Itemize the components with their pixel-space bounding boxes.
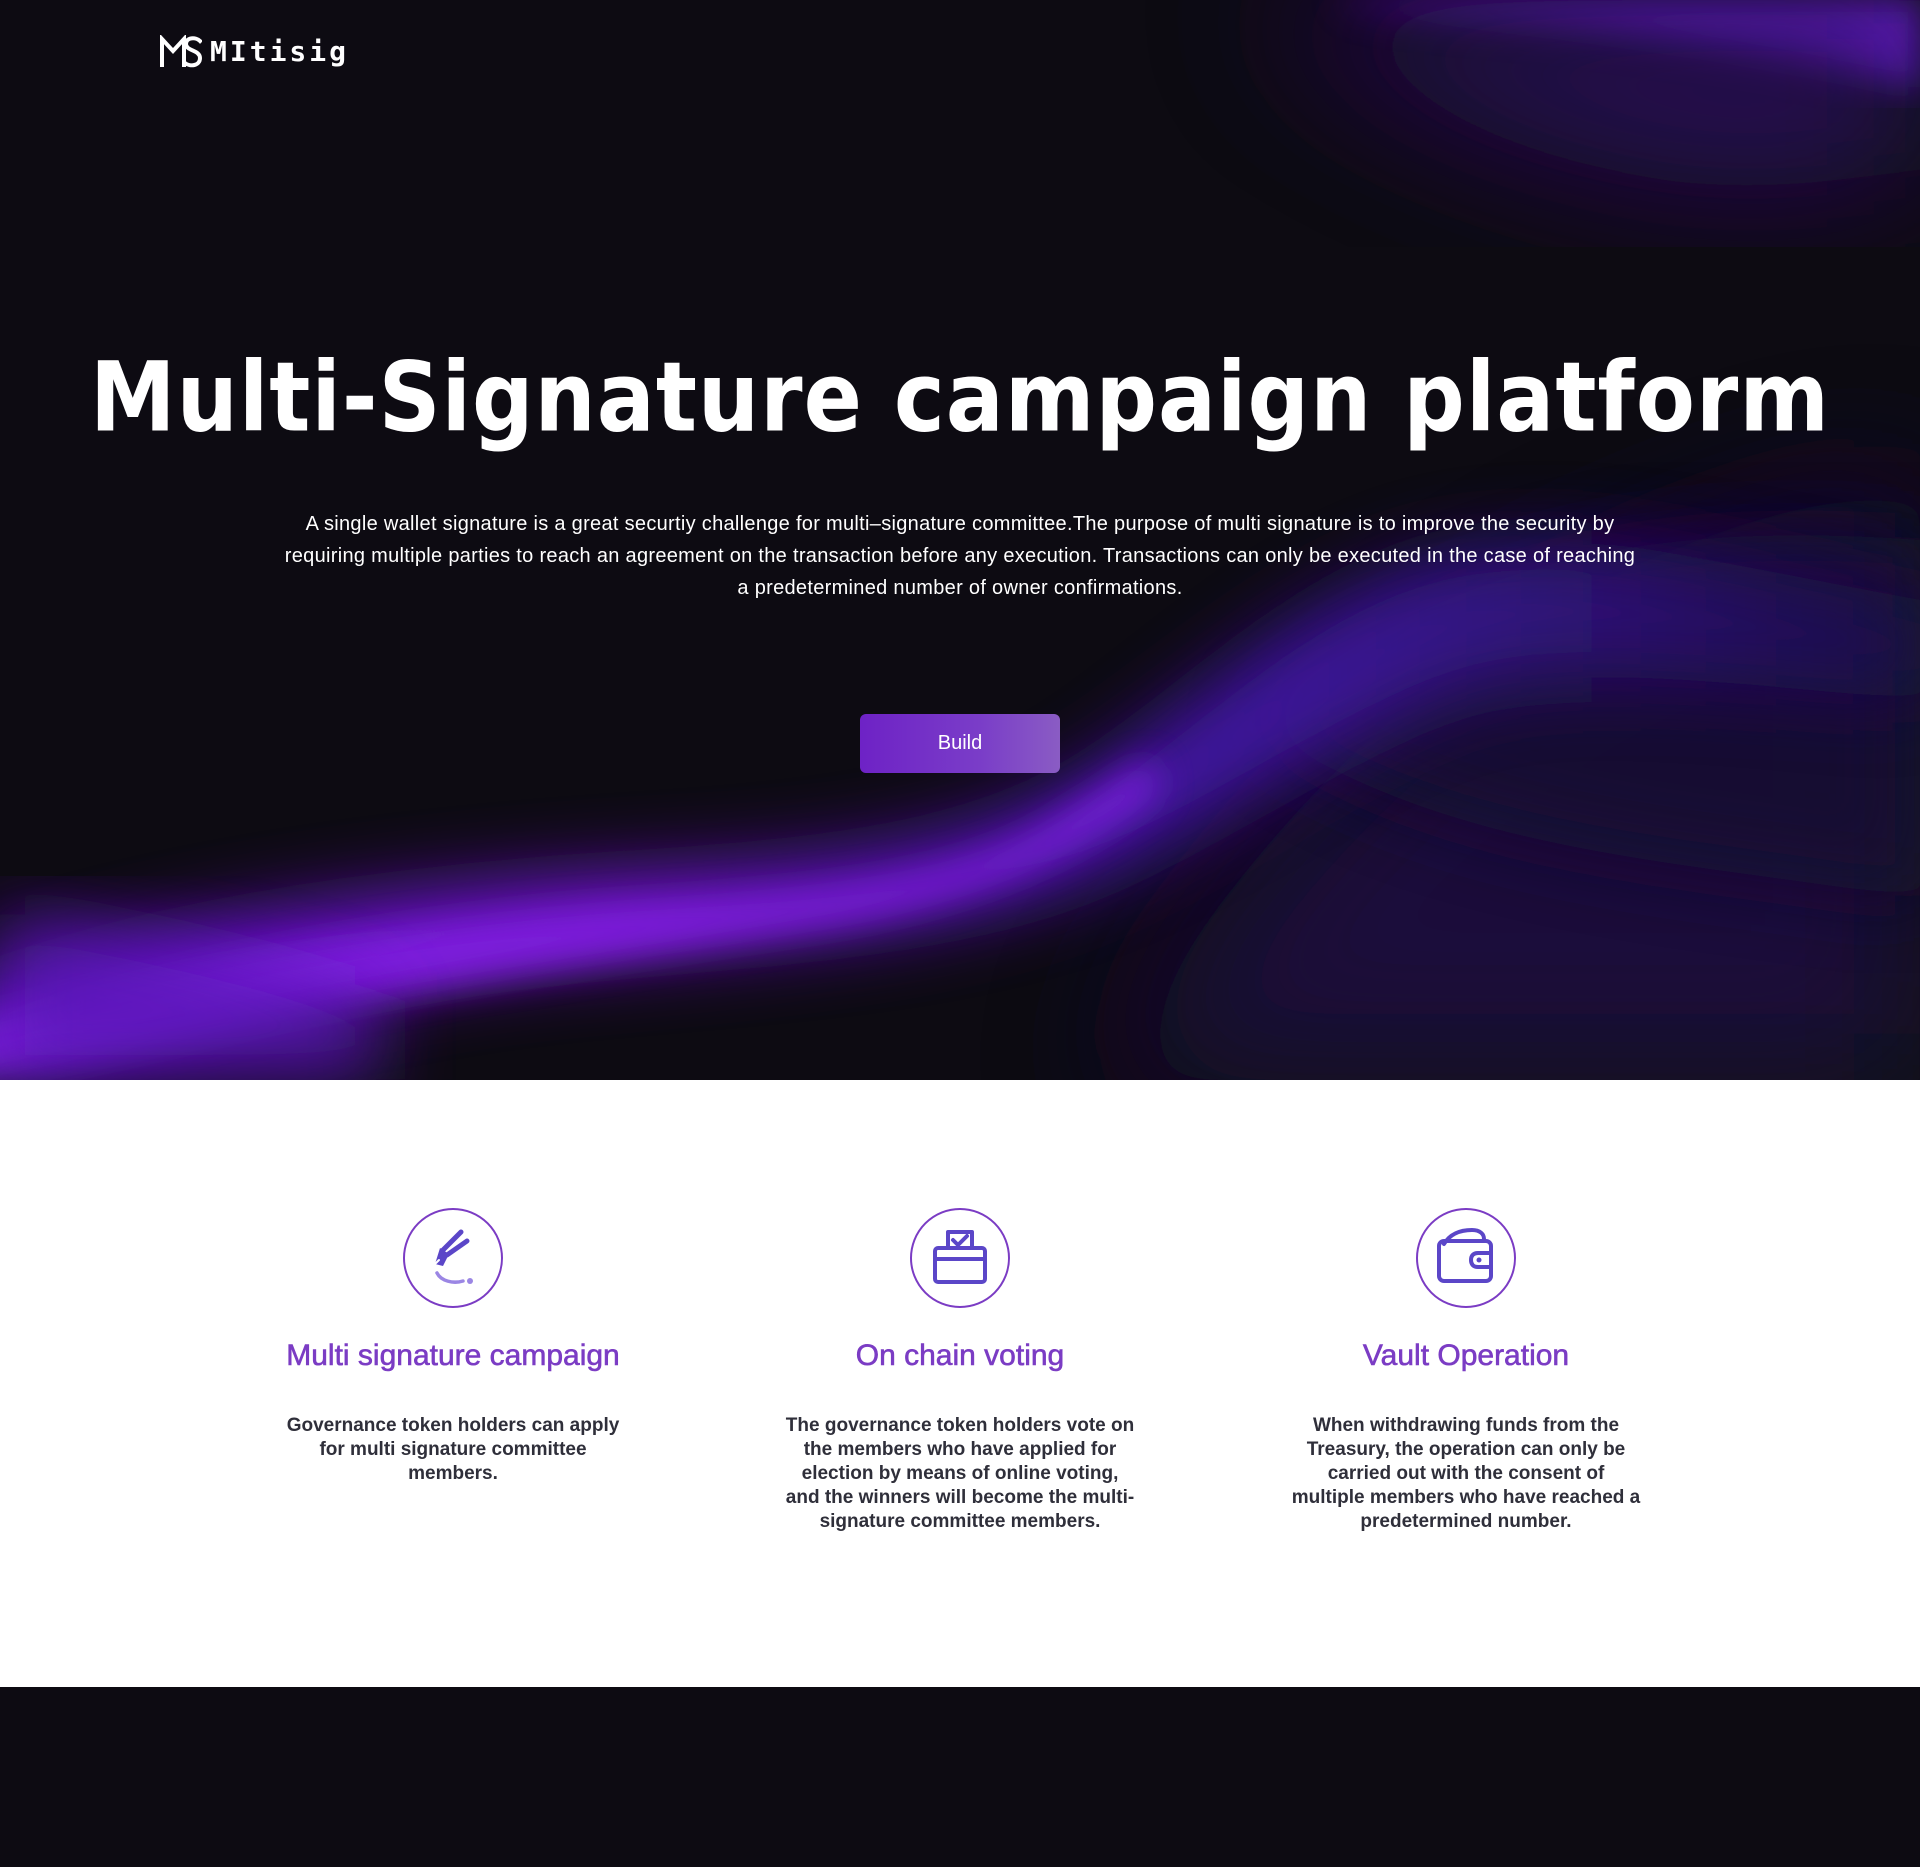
brand-logo[interactable]: MItisig — [160, 34, 349, 70]
feature-title: On chain voting — [855, 1339, 1065, 1373]
feature-title: Vault Operation — [1362, 1339, 1570, 1373]
feature-description: The governance token holders vote on the… — [785, 1415, 1135, 1532]
ms-monogram-icon — [160, 35, 202, 68]
feature-description: Governance token holders can apply for m… — [286, 1415, 620, 1484]
hero-description: A single wallet signature is a great sec… — [284, 513, 1636, 599]
feature-multi-signature-campaign: Multi signature campaign Governance toke… — [253, 1208, 653, 1486]
hero-section: MItisig Multi-Signature campaign platfor… — [0, 0, 1920, 1080]
brand-name: MItisig — [210, 35, 350, 68]
feature-title: Multi signature campaign — [286, 1339, 620, 1373]
wallet-icon — [1416, 1208, 1516, 1308]
footer — [0, 1687, 1920, 1867]
feature-description: When withdrawing funds from the Treasury… — [1291, 1415, 1641, 1532]
feature-on-chain-voting: On chain voting The governance token hol… — [760, 1208, 1160, 1534]
build-button[interactable]: Build — [860, 714, 1060, 773]
landing-page: MItisig Multi-Signature campaign platfor… — [0, 0, 1920, 1867]
pen-signature-icon — [403, 1208, 503, 1308]
hero-title: Multi-Signature campaign platform — [90, 342, 1830, 454]
features-section: Multi signature campaign Governance toke… — [0, 1080, 1920, 1687]
ballot-box-icon — [910, 1208, 1010, 1308]
feature-vault-operation: Vault Operation When withdrawing funds f… — [1266, 1208, 1666, 1534]
